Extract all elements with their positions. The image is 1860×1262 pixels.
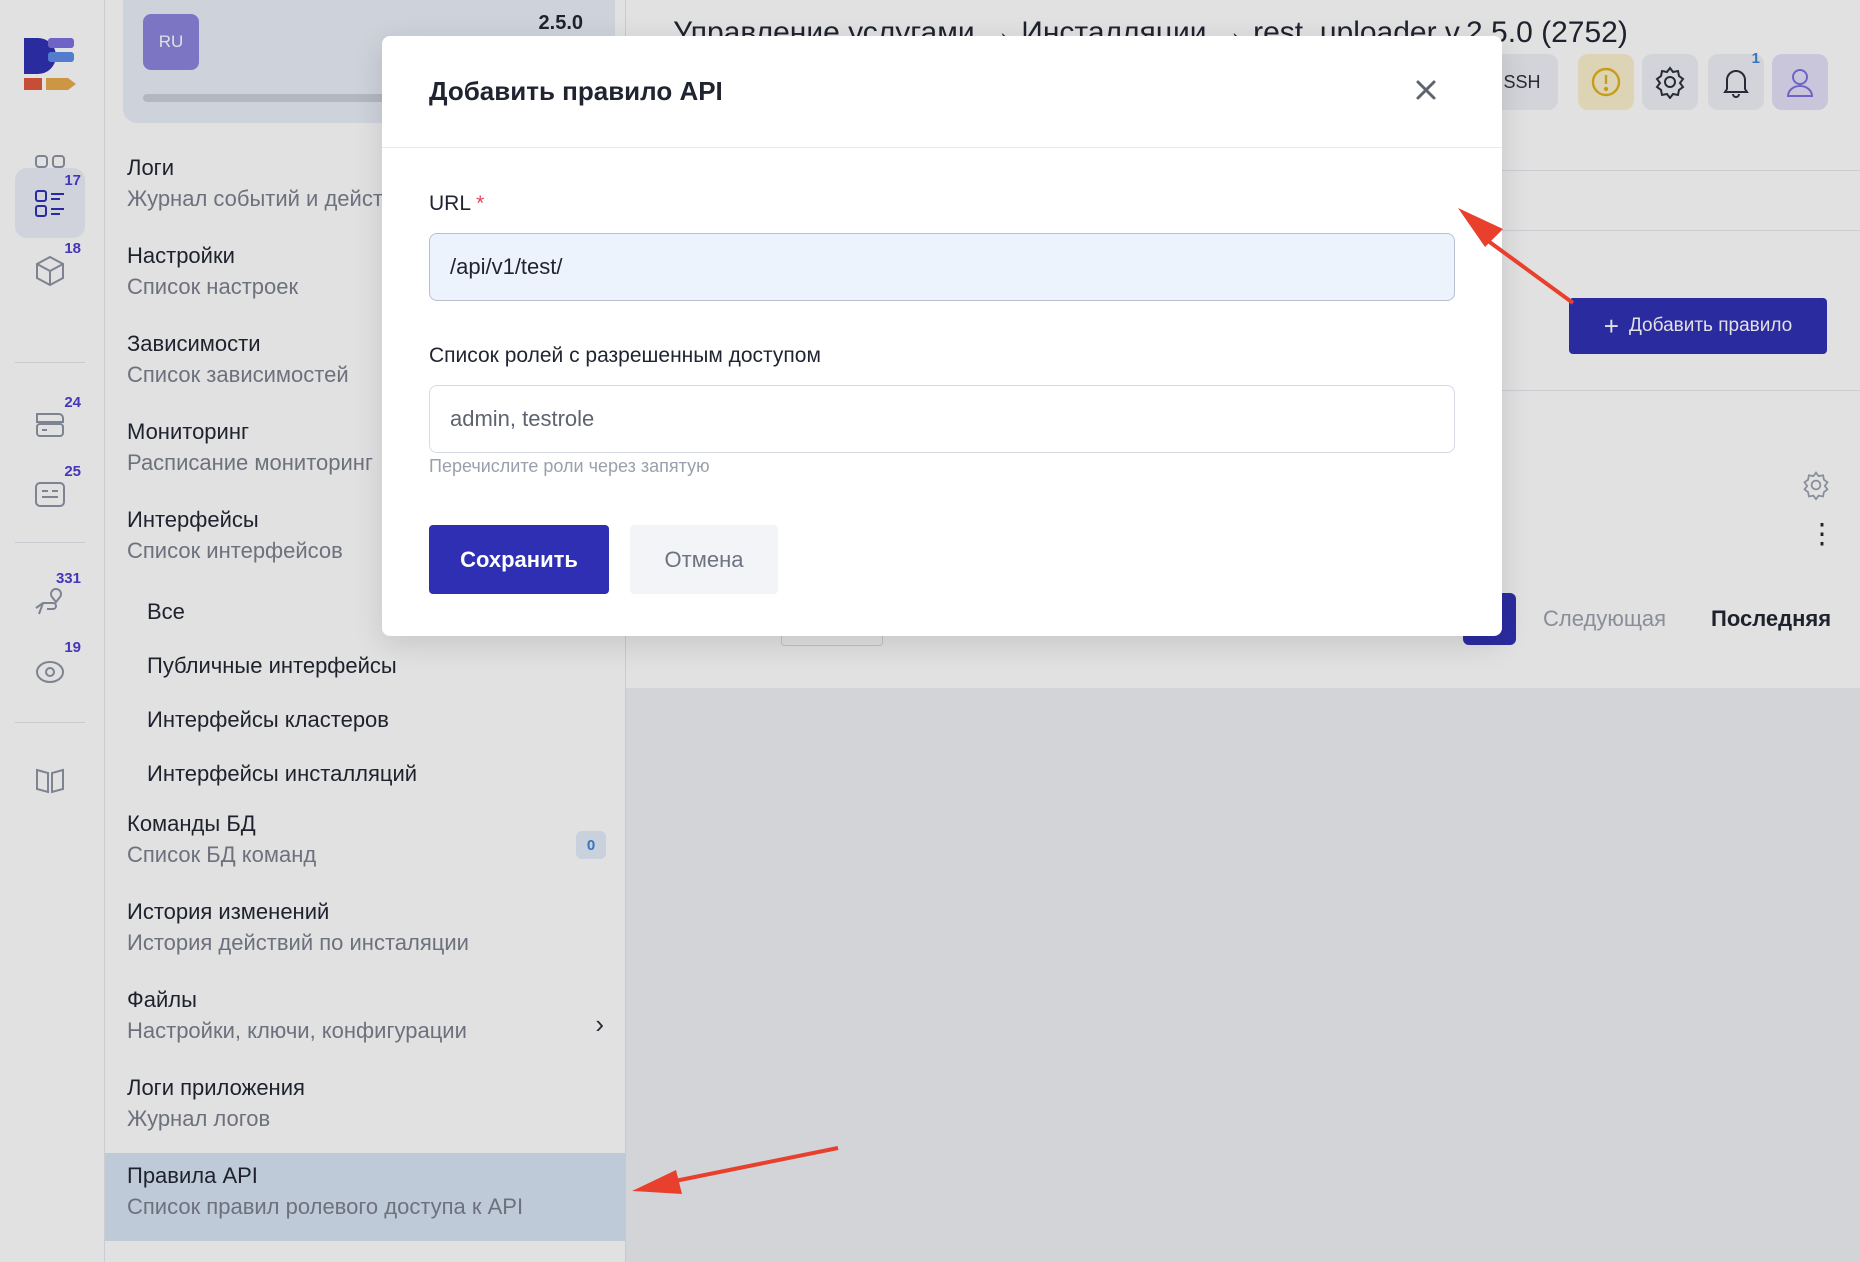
cancel-button[interactable]: Отмена [630, 525, 778, 594]
roles-hint: Перечислите роли через запятую [429, 456, 710, 476]
url-label: URL * [429, 192, 484, 216]
url-label-text: URL [429, 192, 471, 215]
add-api-rule-dialog: Добавить правило API URL * Список ролей … [382, 36, 1502, 636]
dialog-title: Добавить правило API [429, 76, 723, 106]
roles-input[interactable] [429, 385, 1455, 453]
roles-label: Список ролей с разрешенным доступом [429, 344, 821, 367]
dialog-header: Добавить правило API [382, 36, 1502, 148]
close-icon[interactable] [1410, 74, 1442, 106]
url-input[interactable] [429, 233, 1455, 301]
save-button[interactable]: Сохранить [429, 525, 609, 594]
required-mark: * [476, 192, 485, 215]
